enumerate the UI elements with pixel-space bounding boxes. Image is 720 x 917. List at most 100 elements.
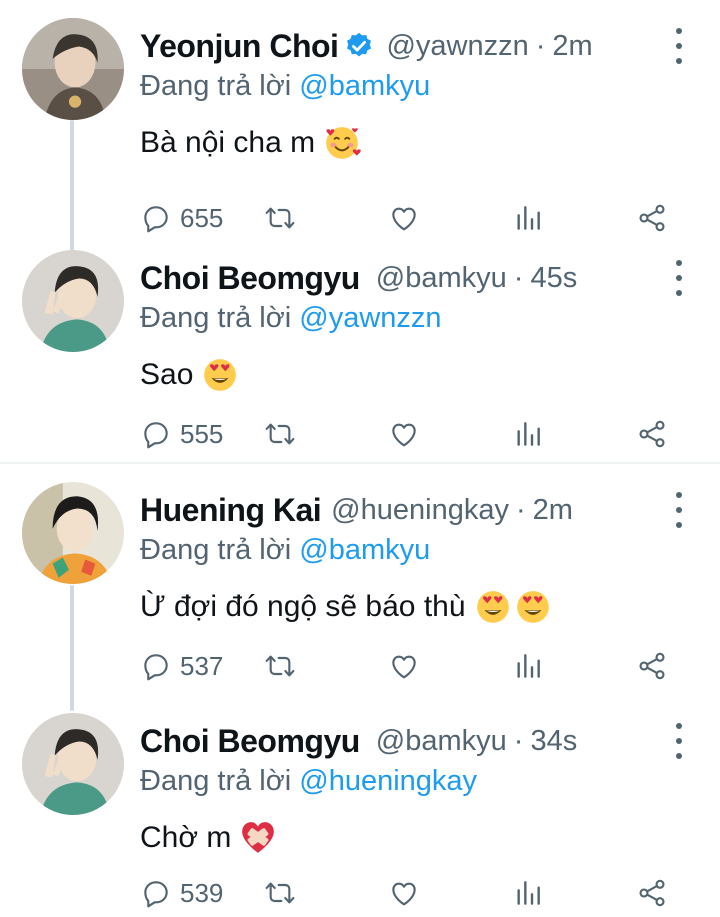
- tweet-header: Huening Kai @hueningkay · 2m: [140, 482, 573, 538]
- like-button[interactable]: [388, 871, 420, 915]
- display-name[interactable]: Huening Kai: [140, 492, 322, 529]
- avatar[interactable]: [22, 250, 124, 352]
- reply-button[interactable]: 555: [140, 412, 223, 456]
- views-button[interactable]: [512, 644, 544, 688]
- tweet-text: Sao: [140, 356, 239, 394]
- heart-icon: [392, 423, 416, 447]
- tweet-header: Choi Beomgyu @bamkyu · 34s: [140, 713, 577, 769]
- avatar[interactable]: [22, 482, 124, 584]
- retweet-button[interactable]: [264, 196, 296, 240]
- handle[interactable]: @bamkyu: [376, 725, 507, 758]
- avatar[interactable]: [22, 18, 124, 120]
- handle[interactable]: @bamkyu: [376, 262, 507, 295]
- heart-eyes-emoji: [201, 356, 239, 394]
- timestamp[interactable]: 34s: [530, 725, 577, 758]
- reply-button[interactable]: 655: [140, 196, 223, 240]
- reply-count: 537: [180, 650, 224, 681]
- speech-bubble-icon: [144, 206, 168, 233]
- heart-eyes-emoji: [514, 588, 552, 626]
- display-name[interactable]: Yeonjun Choi: [140, 28, 339, 65]
- divider: [0, 462, 720, 464]
- replying-to: Đang trả lời @bamkyu: [140, 70, 430, 103]
- action-bar: 539: [140, 871, 700, 915]
- timestamp[interactable]: 2m: [552, 30, 592, 63]
- analytics-icon: [517, 654, 540, 678]
- tweet-header: Choi Beomgyu @bamkyu · 45s: [140, 250, 577, 306]
- speech-bubble-icon: [144, 654, 168, 681]
- share-button[interactable]: [636, 644, 668, 688]
- tweet[interactable]: Choi Beomgyu @bamkyu · 34s Đang trả lời …: [0, 713, 720, 917]
- analytics-icon: [517, 422, 540, 446]
- action-bar: 537: [140, 644, 700, 688]
- tweet-text-content: Ừ đợi đó ngộ sẽ báo thù: [140, 590, 466, 623]
- tweet-text-content: Sao: [140, 358, 194, 391]
- heart-icon: [392, 207, 416, 231]
- handle[interactable]: @hueningkay: [331, 494, 509, 527]
- reply-button[interactable]: 537: [140, 644, 223, 688]
- tweet[interactable]: Huening Kai @hueningkay · 2m Đang trả lờ…: [0, 482, 720, 694]
- share-button[interactable]: [636, 412, 668, 456]
- views-button[interactable]: [512, 871, 544, 915]
- mention-link[interactable]: @bamkyu: [299, 534, 430, 566]
- like-button[interactable]: [388, 196, 420, 240]
- retweet-button[interactable]: [264, 871, 296, 915]
- reply-button[interactable]: 539: [140, 871, 223, 915]
- heart-eyes-emoji: [474, 588, 512, 626]
- replying-to-label: Đang trả lời: [140, 70, 292, 102]
- heart-icon: [392, 655, 416, 679]
- tweet-header: Yeonjun Choi @yawnzzn · 2m: [140, 18, 593, 74]
- share-button[interactable]: [636, 871, 668, 915]
- like-button[interactable]: [388, 412, 420, 456]
- tweet-text: Chờ m: [140, 819, 277, 857]
- display-name[interactable]: Choi Beomgyu: [140, 260, 360, 297]
- like-button[interactable]: [388, 644, 420, 688]
- tweet-text-content: Chờ m: [140, 821, 232, 854]
- mention-link[interactable]: @yawnzzn: [299, 302, 441, 334]
- speech-bubble-icon: [144, 422, 168, 449]
- speech-bubble-icon: [144, 881, 168, 908]
- share-button[interactable]: [636, 196, 668, 240]
- retweet-icon: [265, 423, 295, 445]
- share-icon: [639, 652, 665, 680]
- share-icon: [639, 879, 665, 907]
- replying-to: Đang trả lời @yawnzzn: [140, 302, 442, 335]
- handle[interactable]: @yawnzzn: [386, 30, 528, 63]
- reply-count: 555: [180, 418, 224, 449]
- views-button[interactable]: [512, 412, 544, 456]
- separator: ·: [513, 261, 524, 294]
- mending-heart-emoji: [239, 819, 277, 857]
- timestamp[interactable]: 45s: [530, 262, 577, 295]
- mention-link[interactable]: @hueningkay: [299, 765, 477, 797]
- timestamp[interactable]: 2m: [533, 494, 573, 527]
- analytics-icon: [517, 206, 540, 230]
- more-vertical-icon[interactable]: [664, 492, 694, 528]
- tweet[interactable]: Yeonjun Choi @yawnzzn · 2m Đang trả lời …: [0, 18, 720, 238]
- retweet-button[interactable]: [264, 644, 296, 688]
- replying-to-label: Đang trả lời: [140, 534, 292, 566]
- display-name[interactable]: Choi Beomgyu: [140, 723, 360, 760]
- retweet-icon: [265, 207, 295, 229]
- replying-to-label: Đang trả lời: [140, 765, 292, 797]
- verified-badge-icon: [344, 31, 374, 61]
- retweet-button[interactable]: [264, 412, 296, 456]
- mention-link[interactable]: @bamkyu: [299, 70, 430, 102]
- tweet[interactable]: Choi Beomgyu @bamkyu · 45s Đang trả lời …: [0, 250, 720, 462]
- action-bar: 655: [140, 196, 700, 240]
- replying-to: Đang trả lời @hueningkay: [140, 765, 477, 798]
- views-button[interactable]: [512, 196, 544, 240]
- tweet-text-content: Bà nội cha m: [140, 126, 316, 159]
- separator: ·: [515, 493, 526, 526]
- smiling-face-with-hearts-emoji: [323, 124, 361, 162]
- reply-count: 539: [180, 877, 224, 908]
- analytics-icon: [517, 881, 540, 905]
- reply-count: 655: [180, 202, 224, 233]
- tweet-text: Ừ đợi đó ngộ sẽ báo thù: [140, 588, 552, 626]
- heart-icon: [392, 882, 416, 906]
- more-vertical-icon[interactable]: [664, 723, 694, 759]
- more-vertical-icon[interactable]: [664, 28, 694, 64]
- replying-to: Đang trả lời @bamkyu: [140, 534, 430, 567]
- action-bar: 555: [140, 412, 700, 456]
- avatar[interactable]: [22, 713, 124, 815]
- more-vertical-icon[interactable]: [664, 260, 694, 296]
- separator: ·: [535, 29, 546, 62]
